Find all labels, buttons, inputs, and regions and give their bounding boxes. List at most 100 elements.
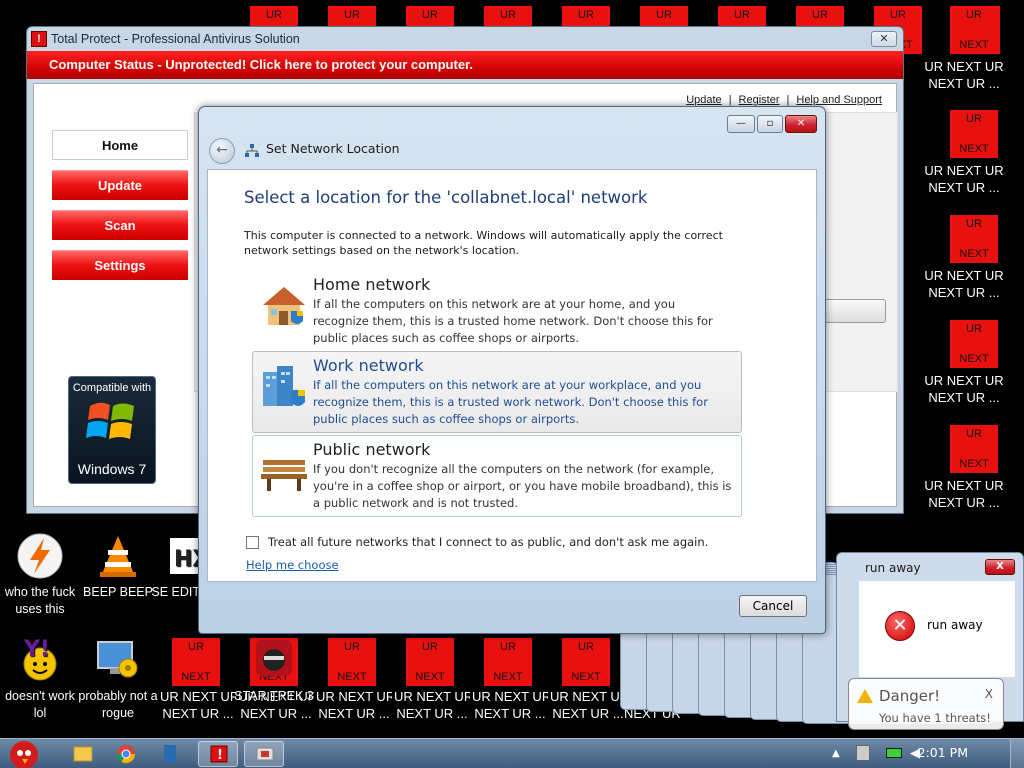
home-network-option[interactable]: Home network If all the computers on thi… bbox=[252, 270, 742, 352]
help-support-link[interactable]: Help and Support bbox=[796, 94, 882, 106]
dialog-heading: Select a location for the 'collabnet.loc… bbox=[244, 188, 648, 207]
tray-network-icon[interactable] bbox=[856, 745, 870, 761]
option-description: If all the computers on this network are… bbox=[313, 378, 708, 426]
desktop-icon-who-the-fuck[interactable]: who the fuck uses this bbox=[0, 532, 80, 618]
house-icon bbox=[263, 287, 305, 325]
desktop-icon-label: SE EDIT bbox=[151, 585, 200, 599]
taskbar-network-wizard[interactable] bbox=[244, 741, 284, 767]
close-button[interactable]: ✕ bbox=[785, 115, 817, 133]
minimize-button[interactable]: — bbox=[727, 115, 755, 133]
ur-next-label: UR NEXT URNEXT UR ... bbox=[924, 59, 1004, 91]
app-icon bbox=[164, 745, 176, 763]
windows-logo-icon bbox=[86, 402, 134, 439]
set-network-location-dialog: — ▫ ✕ ← Set Network Location Select a lo… bbox=[198, 106, 826, 634]
ur-next-tile: URNEXT bbox=[172, 638, 220, 686]
ur-next-tile: URNEXT bbox=[950, 215, 998, 263]
maximize-button[interactable]: ▫ bbox=[757, 115, 783, 133]
ur-next-label: UR NEXT URNEXT UR ... bbox=[472, 689, 548, 721]
danger-close-icon[interactable]: X bbox=[985, 687, 993, 701]
ur-next-label: UR NEXT URNEXT UR ... bbox=[924, 163, 1004, 195]
desktop-icon-probably-not-rogue[interactable]: probably not a rogue bbox=[78, 636, 158, 722]
badge-windows-text: Windows 7 bbox=[77, 461, 147, 477]
warning-icon bbox=[857, 689, 873, 703]
vlc-cone-icon bbox=[94, 532, 142, 580]
option-title: Work network bbox=[313, 356, 424, 375]
help-me-choose-link[interactable]: Help me choose bbox=[246, 558, 339, 572]
ur-next-label: UR NEXT URNEXT UR ... bbox=[316, 689, 392, 721]
desktop-icon-label: probably not a rogue bbox=[78, 689, 158, 720]
desktop-icon-label: BEEP BEEP bbox=[83, 585, 153, 599]
desktop-icon-label: STAR TREK 3 bbox=[234, 689, 314, 703]
register-link[interactable]: Register bbox=[739, 94, 780, 106]
checkbox-label: Treat all future networks that I connect… bbox=[268, 535, 709, 549]
desktop-icon-label: who the fuck uses this bbox=[4, 585, 76, 616]
svg-text:!: ! bbox=[217, 748, 223, 763]
ur-next-label: UR NEXT URNEXT UR ... bbox=[394, 689, 470, 721]
ur-next-label: UR NEXT URNEXT UR ... bbox=[924, 478, 1004, 510]
desktop-icon-star-trek[interactable]: STAR TREK 3 bbox=[234, 636, 314, 705]
window-title: Total Protect - Professional Antivirus S… bbox=[51, 32, 300, 46]
option-title: Public network bbox=[313, 440, 431, 459]
desktop-icon-se-edit[interactable]: HX SE EDIT bbox=[150, 532, 200, 601]
ur-next-tile: URNEXT bbox=[950, 6, 998, 54]
network-icon bbox=[256, 747, 274, 761]
run-away-close-button[interactable]: X bbox=[985, 559, 1015, 575]
badge-caption: Compatible with bbox=[72, 382, 152, 394]
run-away-message: run away bbox=[927, 618, 983, 632]
total-protect-titlebar[interactable]: ! Total Protect - Professional Antivirus… bbox=[27, 27, 903, 51]
desktop-icon-doesnt-work[interactable]: Y! doesn't work lol bbox=[0, 636, 80, 722]
clock[interactable]: 2:01 PM bbox=[918, 745, 968, 760]
error-icon: ✕ bbox=[885, 611, 915, 641]
option-title: Home network bbox=[313, 275, 431, 294]
panel-button[interactable] bbox=[824, 299, 886, 323]
treat-as-public-checkbox[interactable] bbox=[246, 536, 259, 549]
tray-battery-icon[interactable] bbox=[886, 748, 902, 758]
back-arrow-icon[interactable]: ← bbox=[209, 138, 235, 164]
yahoo-messenger-icon: Y! bbox=[16, 636, 64, 684]
close-icon[interactable]: ✕ bbox=[871, 31, 897, 47]
ur-next-tile: URNEXT bbox=[484, 638, 532, 686]
ur-next-label: UR NEXT URNEXT UR ... bbox=[160, 689, 236, 721]
windows7-compatible-badge: Compatible with Windows 7 bbox=[68, 376, 156, 484]
taskbar-total-protect[interactable]: ! bbox=[198, 741, 238, 767]
nav-settings-button[interactable]: Settings bbox=[52, 250, 188, 280]
update-link[interactable]: Update bbox=[686, 94, 721, 106]
ur-next-tile: URNEXT bbox=[950, 110, 998, 158]
park-bench-icon bbox=[261, 460, 307, 491]
work-network-option[interactable]: Work network If all the computers on thi… bbox=[252, 351, 742, 433]
taskbar-app[interactable] bbox=[150, 741, 190, 767]
public-network-option[interactable]: Public network If you don't recognize al… bbox=[252, 435, 742, 517]
desktop-icon-beep-beep[interactable]: BEEP BEEP bbox=[78, 532, 158, 601]
show-desktop-button[interactable] bbox=[1010, 739, 1024, 768]
folder-icon bbox=[73, 746, 93, 762]
top-links: Update | Register | Help and Support bbox=[686, 94, 882, 106]
ur-next-tile: URNEXT bbox=[950, 320, 998, 368]
run-away-title: run away bbox=[865, 561, 921, 575]
angry-birds-star-wars-icon bbox=[250, 636, 298, 684]
taskbar-chrome[interactable] bbox=[106, 741, 146, 767]
ur-next-tile: URNEXT bbox=[562, 638, 610, 686]
nav-home-button[interactable]: Home bbox=[52, 130, 188, 160]
ur-next-label: UR NEXT URNEXT UR ... bbox=[550, 689, 626, 721]
dialog-content: Select a location for the 'collabnet.loc… bbox=[207, 169, 817, 582]
taskbar-explorer[interactable] bbox=[62, 741, 102, 767]
ur-next-tile: URNEXT bbox=[950, 425, 998, 473]
ur-next-tile: URNEXT bbox=[328, 638, 376, 686]
nav-scan-button[interactable]: Scan bbox=[52, 210, 188, 240]
option-description: If all the computers on this network are… bbox=[313, 297, 713, 345]
option-description: If you don't recognize all the computers… bbox=[313, 462, 732, 510]
svg-text:HX: HX bbox=[174, 547, 200, 572]
dialog-intro: This computer is connected to a network.… bbox=[244, 229, 723, 257]
hex-editor-icon: HX bbox=[168, 532, 200, 580]
danger-notification-balloon[interactable]: Danger! X You have 1 threats! bbox=[848, 678, 1004, 730]
tray-up-arrow-icon[interactable]: ▲ bbox=[832, 748, 840, 759]
start-button[interactable] bbox=[2, 735, 46, 768]
taskbar: ! ▲ ◀ 2:01 PM bbox=[0, 738, 1024, 768]
svg-text:Y!: Y! bbox=[23, 637, 50, 662]
nav-update-button[interactable]: Update bbox=[52, 170, 188, 200]
alert-app-icon: ! bbox=[31, 31, 47, 47]
dialog-title: Set Network Location bbox=[266, 141, 400, 156]
office-building-icon bbox=[263, 366, 305, 406]
cancel-button[interactable]: Cancel bbox=[739, 595, 807, 617]
status-banner[interactable]: Computer Status - Unprotected! Click her… bbox=[27, 51, 903, 79]
